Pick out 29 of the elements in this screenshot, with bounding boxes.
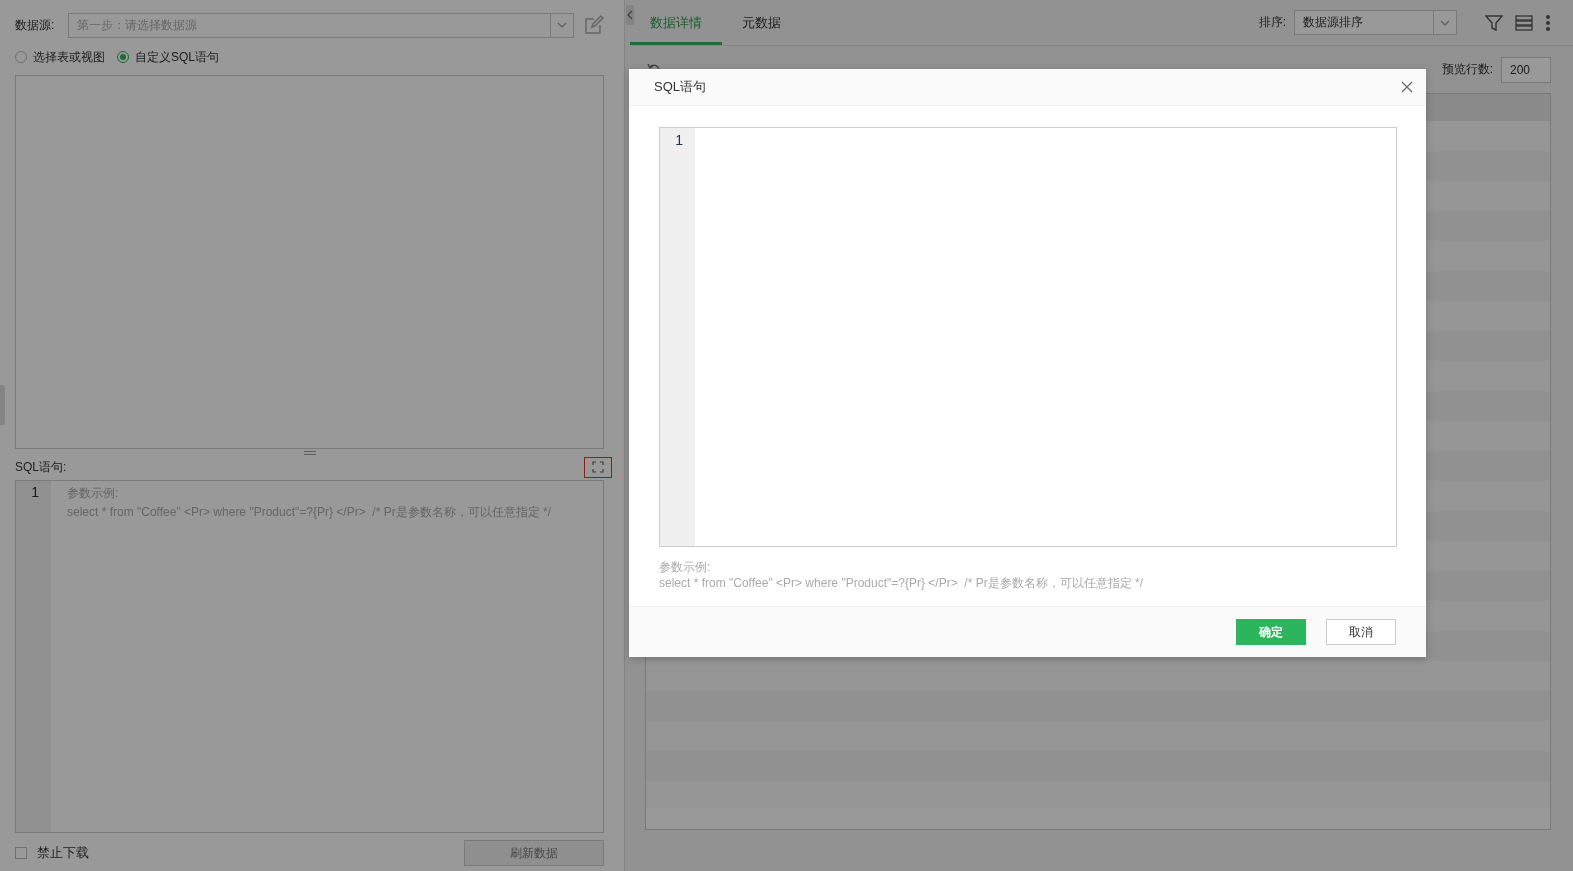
radio-label[interactable]: 选择表或视图 [33,48,105,66]
chevron-down-icon[interactable] [557,22,568,28]
sort-dropdown[interactable]: 数据源排序 [1294,10,1457,35]
chevron-down-icon[interactable] [1440,19,1450,26]
tab[interactable]: 元数据 [722,0,801,45]
close-icon[interactable] [1401,81,1413,93]
line-number: 1 [30,484,40,500]
splitter-handle[interactable] [303,450,316,455]
list-icon[interactable] [1515,14,1533,31]
radio-label[interactable]: 自定义SQL语句 [135,48,219,66]
edit-icon[interactable] [584,15,604,35]
code-editor[interactable]: 1 [659,127,1397,547]
hint-text: select * from "Coffee" <Pr> where "Product"=?{Pr} </Pr> /* Pr是参数名称，可以任意指定 */ [659,575,1144,591]
more-icon[interactable] [1545,13,1551,32]
dialog-title: SQL语句 [654,78,706,96]
field-label: 排序: [1258,14,1286,31]
field-label: 数据源: [15,16,55,34]
hint-text: 参数示例: [659,559,712,575]
fullscreen-button[interactable] [584,456,612,478]
line-number: 1 [674,132,684,148]
preview-rows-field[interactable]: 200 [1501,56,1551,83]
filter-icon[interactable] [1485,13,1503,32]
field-label: 预览行数: [1441,61,1493,78]
field-label: SQL语句: [15,458,67,476]
checkbox-label[interactable]: 禁止下载 [37,844,89,862]
collapse-icon[interactable] [626,5,634,25]
fullscreen-icon[interactable] [592,461,604,473]
checkbox[interactable] [15,847,27,859]
cancel-button[interactable]: 取消 [1326,619,1396,645]
